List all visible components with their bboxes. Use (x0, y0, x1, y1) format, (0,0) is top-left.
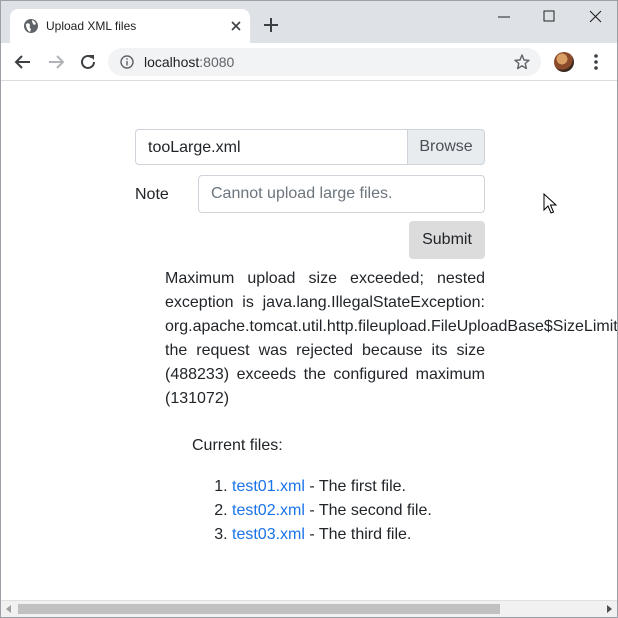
file-description: The first file. (318, 478, 406, 495)
page-content: tooLarge.xml Browse Note Submit Maximum … (1, 81, 617, 601)
submit-button[interactable]: Submit (409, 221, 485, 259)
minimize-icon[interactable] (481, 5, 527, 29)
back-arrow-icon[interactable] (12, 51, 34, 73)
scroll-right-arrow-icon[interactable] (605, 605, 613, 613)
profile-avatar[interactable] (554, 52, 574, 72)
list-item: test03.xml - The third file. (232, 523, 432, 547)
globe-icon (24, 19, 38, 33)
maximize-icon[interactable] (526, 5, 572, 29)
tab-title: Upload XML files (46, 19, 137, 33)
tab-upload-xml[interactable]: Upload XML files (10, 9, 250, 43)
list-item: test01.xml - The first file. (232, 475, 432, 499)
file-link[interactable]: test01.xml (232, 478, 305, 495)
file-name-field[interactable]: tooLarge.xml (135, 129, 407, 165)
note-input[interactable] (198, 175, 485, 213)
reload-icon[interactable] (77, 51, 99, 73)
url-text: localhost:8080 (144, 54, 234, 70)
file-separator: - (304, 478, 319, 495)
list-item: test02.xml - The second file. (232, 499, 432, 523)
horizontal-scrollbar[interactable] (1, 600, 617, 617)
star-icon[interactable] (513, 53, 531, 71)
file-list: test01.xml - The first file. test02.xml … (192, 475, 432, 547)
file-separator: - (304, 526, 319, 543)
error-message: Maximum upload size exceeded; nested exc… (165, 270, 617, 407)
file-description: The second file. (318, 502, 432, 519)
scrollbar-thumb[interactable] (18, 604, 500, 614)
file-separator: - (304, 502, 319, 519)
file-link[interactable]: test02.xml (232, 502, 305, 519)
file-description: The third file. (318, 526, 412, 543)
window-close-icon[interactable] (573, 5, 618, 29)
note-label: Note (135, 186, 169, 203)
plus-icon[interactable] (261, 15, 281, 35)
close-icon[interactable] (228, 18, 244, 34)
info-icon[interactable] (120, 55, 134, 69)
browser-toolbar: localhost:8080 (1, 43, 617, 81)
forward-arrow-icon[interactable] (45, 51, 67, 73)
file-link[interactable]: test03.xml (232, 526, 305, 543)
browse-button[interactable]: Browse (407, 129, 485, 165)
url-port: :8080 (199, 54, 235, 70)
browser-window: Upload XML files localhost:8080 tooLarge… (0, 0, 618, 618)
current-files-heading: Current files: (192, 437, 283, 454)
url-host: localhost (144, 54, 200, 70)
mouse-cursor-icon (543, 193, 557, 214)
kebab-menu-icon[interactable] (587, 52, 605, 72)
tab-strip: Upload XML files (1, 1, 617, 43)
scroll-left-arrow-icon[interactable] (5, 605, 13, 613)
address-bar[interactable]: localhost:8080 (108, 48, 541, 76)
file-input-group[interactable]: tooLarge.xml Browse (135, 129, 485, 167)
